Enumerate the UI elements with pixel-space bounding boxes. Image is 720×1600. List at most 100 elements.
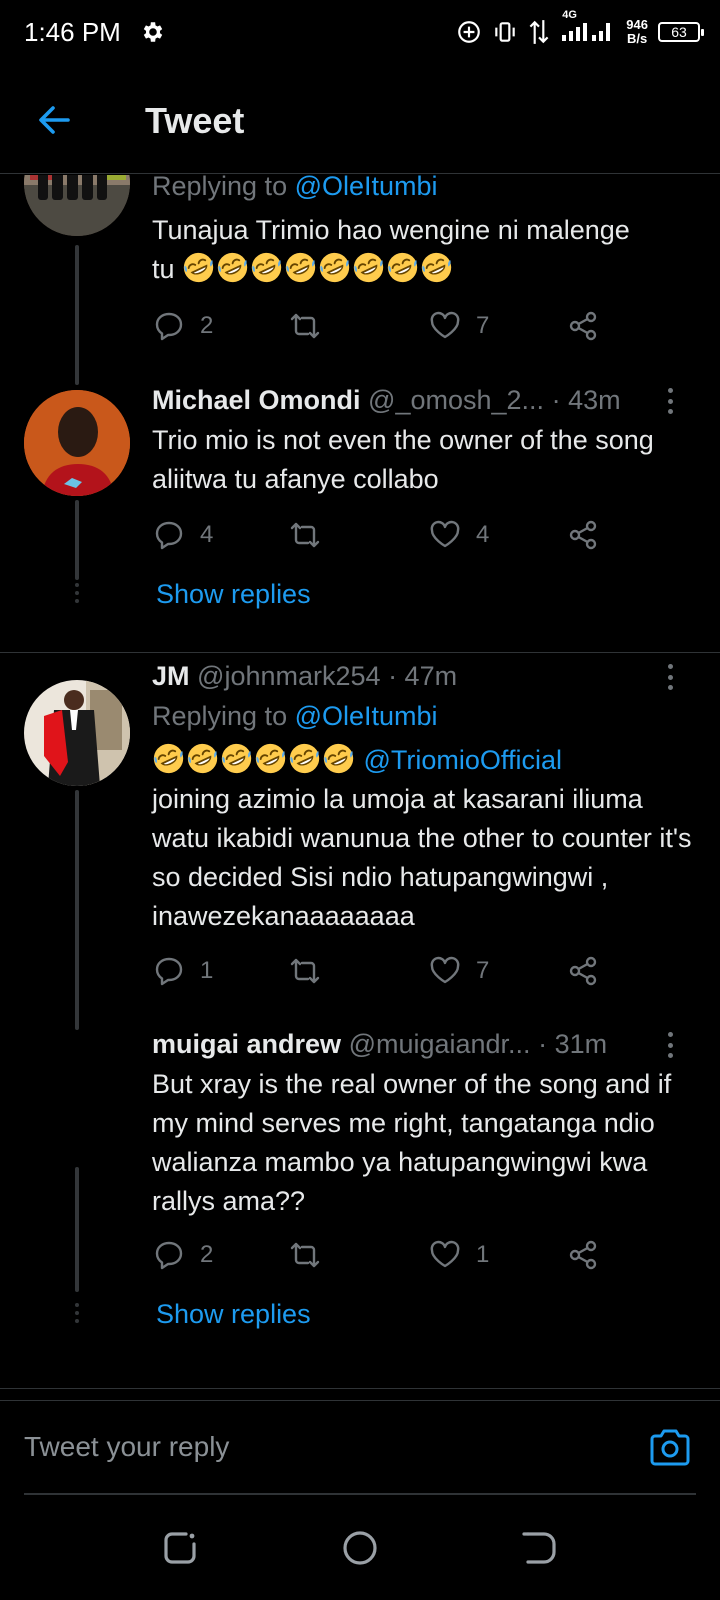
reply-icon bbox=[155, 957, 183, 986]
like-button[interactable]: 4 bbox=[428, 515, 489, 555]
heart-icon bbox=[430, 956, 460, 984]
heart-icon bbox=[430, 520, 460, 548]
avatar[interactable] bbox=[24, 680, 130, 786]
tweet-text: Tunajua Trimio hao wengine ni malenge tu bbox=[152, 211, 697, 289]
retweet-button[interactable] bbox=[288, 951, 322, 991]
tweet-thread[interactable]: Replying to @OleItumbi Tunajua Trimio ha… bbox=[0, 175, 720, 1400]
avatar[interactable] bbox=[24, 390, 130, 496]
tweet-time: · 43m bbox=[551, 385, 621, 415]
retweet-button[interactable] bbox=[288, 515, 322, 555]
share-button[interactable] bbox=[566, 1235, 600, 1275]
share-icon bbox=[569, 311, 597, 341]
share-button[interactable] bbox=[566, 515, 600, 555]
like-count: 7 bbox=[476, 312, 490, 339]
retweet-icon bbox=[290, 313, 320, 339]
tweet-time: · 47m bbox=[388, 661, 458, 691]
replying-to: Replying to @OleItumbi bbox=[152, 701, 438, 731]
reply-composer bbox=[0, 1400, 720, 1495]
rofl-emoji-icon bbox=[318, 251, 351, 284]
tweet-text: But xray is the real owner of the song a… bbox=[152, 1069, 672, 1216]
heart-icon bbox=[430, 1240, 460, 1268]
status-time: 1:46 PM bbox=[24, 17, 121, 47]
reply-count: 1 bbox=[200, 957, 214, 984]
tweet-header: Michael Omondi @_omosh_2... · 43m bbox=[152, 385, 621, 416]
replying-to: Replying to @OleItumbi bbox=[152, 175, 438, 202]
thread-line bbox=[75, 790, 79, 1030]
show-replies-link[interactable]: Show replies bbox=[156, 1299, 311, 1330]
like-count: 7 bbox=[476, 957, 490, 984]
share-button[interactable] bbox=[566, 951, 600, 991]
status-bar: 1:46 PM 4G 946 B/s 63 bbox=[0, 0, 720, 66]
display-name[interactable]: muigai andrew bbox=[152, 1029, 341, 1059]
more-options-icon[interactable] bbox=[666, 1032, 674, 1058]
gear-icon bbox=[143, 22, 163, 42]
tweet-time: · 31m bbox=[538, 1029, 608, 1059]
rofl-emoji-icon bbox=[152, 742, 185, 775]
reply-input[interactable] bbox=[24, 1421, 624, 1473]
home-circle-icon[interactable] bbox=[340, 1528, 380, 1568]
tweet-actions: 1 7 bbox=[152, 951, 622, 991]
reply-count: 2 bbox=[200, 312, 214, 339]
display-name[interactable]: JM bbox=[152, 661, 190, 691]
rofl-emoji-icon bbox=[284, 251, 317, 284]
thread-line bbox=[75, 500, 79, 580]
camera-icon[interactable] bbox=[648, 1427, 692, 1467]
divider bbox=[0, 1388, 720, 1389]
top-app-bar: Tweet bbox=[0, 66, 720, 174]
reply-button[interactable]: 1 bbox=[152, 951, 213, 991]
reply-button[interactable]: 4 bbox=[152, 515, 213, 555]
like-button[interactable]: 7 bbox=[428, 951, 489, 991]
arrow-left-icon[interactable] bbox=[34, 100, 74, 140]
rofl-emoji-icon bbox=[420, 251, 453, 284]
rofl-emoji-icon bbox=[322, 742, 355, 775]
mention-link[interactable]: @OleItumbi bbox=[295, 701, 438, 731]
hotspot-icon bbox=[458, 21, 481, 43]
vibrate-icon bbox=[495, 22, 516, 42]
handle: @johnmark254 bbox=[197, 661, 381, 691]
more-options-icon[interactable] bbox=[666, 664, 674, 690]
show-replies-link[interactable]: Show replies bbox=[156, 579, 311, 610]
like-button[interactable]: 1 bbox=[428, 1235, 489, 1275]
avatar[interactable] bbox=[24, 175, 130, 236]
share-icon bbox=[569, 956, 597, 986]
reply-count: 2 bbox=[200, 1241, 214, 1268]
heart-icon bbox=[430, 311, 460, 339]
emoji-row bbox=[152, 742, 356, 775]
reply-button[interactable]: 2 bbox=[152, 1235, 213, 1275]
tweet-text: @TriomioOfficial joining azimio la umoja… bbox=[152, 741, 697, 936]
more-options-icon[interactable] bbox=[666, 388, 674, 414]
mention-link[interactable]: @TriomioOfficial bbox=[364, 745, 562, 775]
divider bbox=[0, 652, 720, 653]
reply-button[interactable]: 2 bbox=[152, 306, 213, 346]
rofl-emoji-icon bbox=[386, 251, 419, 284]
recents-icon[interactable] bbox=[160, 1528, 200, 1568]
reply-icon bbox=[155, 521, 183, 550]
retweet-icon bbox=[290, 958, 320, 984]
tweet-actions: 2 7 bbox=[152, 306, 622, 346]
share-button[interactable] bbox=[566, 306, 600, 346]
reply-input-underline bbox=[24, 1493, 696, 1495]
tweet-text: Trio mio is not even the owner of the so… bbox=[152, 425, 654, 494]
like-count: 4 bbox=[476, 521, 490, 548]
like-button[interactable]: 7 bbox=[428, 306, 489, 346]
signal-icon: 4G bbox=[560, 9, 616, 48]
retweet-button[interactable] bbox=[288, 1235, 322, 1275]
display-name[interactable]: Michael Omondi bbox=[152, 385, 361, 415]
back-nav-icon[interactable] bbox=[520, 1528, 560, 1568]
mention-link[interactable]: @OleItumbi bbox=[295, 175, 438, 201]
rofl-emoji-icon bbox=[216, 251, 249, 284]
handle: @muigaiandr... bbox=[348, 1029, 531, 1059]
rofl-emoji-icon bbox=[182, 251, 215, 284]
rofl-emoji-icon bbox=[250, 251, 283, 284]
rofl-emoji-icon bbox=[186, 742, 219, 775]
reply-icon bbox=[155, 1241, 183, 1270]
like-count: 1 bbox=[476, 1241, 490, 1268]
tweet-actions: 2 1 bbox=[152, 1235, 622, 1275]
emoji-row bbox=[182, 251, 454, 284]
thread-line bbox=[75, 1167, 79, 1292]
handle: @_omosh_2... bbox=[368, 385, 545, 415]
retweet-button[interactable] bbox=[288, 306, 322, 346]
tweet-actions: 4 4 bbox=[152, 515, 622, 555]
share-icon bbox=[569, 520, 597, 550]
data-arrows-icon bbox=[529, 20, 549, 44]
